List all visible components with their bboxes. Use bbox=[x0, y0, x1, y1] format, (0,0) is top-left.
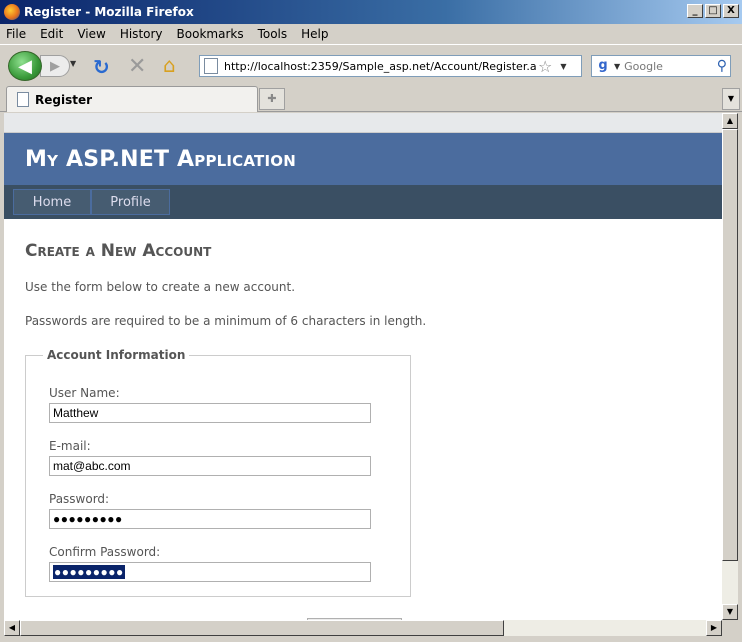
nav-home[interactable]: Home bbox=[13, 189, 91, 215]
page-title: Create a New Account bbox=[25, 241, 212, 261]
menu-help[interactable]: Help bbox=[301, 27, 328, 41]
password-label: Password: bbox=[49, 492, 110, 506]
search-icon[interactable]: ⚲ bbox=[717, 58, 727, 74]
confirm-password-value: ●●●●●●●●● bbox=[53, 565, 125, 579]
menu-view[interactable]: View bbox=[77, 27, 105, 41]
chevron-down-icon: ▼ bbox=[727, 94, 735, 103]
menu-history[interactable]: History bbox=[120, 27, 163, 41]
nav-profile[interactable]: Profile bbox=[91, 189, 170, 215]
account-info-fieldset: Account Information User Name: Matthew E… bbox=[25, 348, 411, 597]
minimize-button[interactable]: _ bbox=[687, 4, 703, 18]
main-content: Create a New Account Use the form below … bbox=[4, 219, 722, 615]
search-input[interactable]: Google bbox=[624, 60, 717, 73]
email-label: E-mail: bbox=[49, 439, 91, 453]
menu-file[interactable]: File bbox=[6, 27, 26, 41]
username-field[interactable]: Matthew bbox=[49, 403, 371, 423]
tab-list-button[interactable]: ▼ bbox=[722, 88, 740, 110]
url-bar[interactable]: http://localhost:2359/Sample_asp.net/Acc… bbox=[199, 55, 582, 77]
email-field[interactable]: mat@abc.com bbox=[49, 456, 371, 476]
tab-bar: Register ✚ ▼ bbox=[0, 84, 742, 112]
page-icon bbox=[17, 92, 29, 107]
search-engine-dropdown-icon[interactable]: ▼ bbox=[614, 62, 620, 71]
back-button[interactable]: ◀ bbox=[8, 51, 42, 81]
tab-register[interactable]: Register bbox=[6, 86, 258, 112]
navigation-toolbar: ▶ ◀ ▼ ↻ ✕ ⌂ http://localhost:2359/Sample… bbox=[0, 44, 742, 84]
search-bar[interactable]: g ▼ Google ⚲ bbox=[591, 55, 731, 77]
window-controls: _ □ X bbox=[687, 4, 739, 18]
fieldset-legend: Account Information bbox=[47, 348, 186, 362]
plus-icon: ✚ bbox=[267, 92, 277, 105]
menu-tools[interactable]: Tools bbox=[258, 27, 288, 41]
history-dropdown-icon[interactable]: ▼ bbox=[70, 59, 76, 68]
page-viewport: My ASP.NET Application Home Profile Crea… bbox=[4, 113, 722, 620]
scroll-left-icon[interactable]: ◀ bbox=[4, 620, 20, 636]
bookmark-star-icon[interactable]: ☆ bbox=[538, 57, 552, 76]
page-icon bbox=[204, 58, 218, 74]
vertical-scrollbar[interactable]: ▲ ▼ bbox=[722, 113, 738, 620]
firefox-icon bbox=[4, 4, 20, 20]
horizontal-scrollbar[interactable]: ◀ ▶ bbox=[4, 620, 722, 636]
menubar: File Edit View History Bookmarks Tools H… bbox=[0, 24, 742, 44]
window-title: Register - Mozilla Firefox bbox=[24, 5, 194, 19]
back-arrow-icon: ◀ bbox=[18, 55, 32, 77]
forward-arrow-icon: ▶ bbox=[50, 58, 60, 74]
google-icon[interactable]: g bbox=[595, 58, 611, 74]
resize-grip[interactable] bbox=[722, 620, 738, 636]
horizontal-scroll-thumb[interactable] bbox=[20, 620, 504, 636]
maximize-button[interactable]: □ bbox=[705, 4, 721, 18]
window-titlebar: Register - Mozilla Firefox _ □ X bbox=[0, 0, 742, 24]
page-top-band bbox=[4, 113, 722, 133]
scroll-up-icon[interactable]: ▲ bbox=[722, 113, 738, 129]
scroll-down-icon[interactable]: ▼ bbox=[722, 604, 738, 620]
reload-icon[interactable]: ↻ bbox=[93, 55, 110, 79]
tab-label: Register bbox=[35, 92, 93, 107]
confirm-password-label: Confirm Password: bbox=[49, 545, 161, 559]
url-input[interactable]: http://localhost:2359/Sample_asp.net/Acc… bbox=[224, 60, 536, 73]
password-requirement-text: Passwords are required to be a minimum o… bbox=[25, 314, 427, 328]
vertical-scroll-thumb[interactable] bbox=[722, 129, 738, 561]
password-field[interactable]: ●●●●●●●●● bbox=[49, 509, 371, 529]
username-label: User Name: bbox=[49, 386, 120, 400]
site-title: My ASP.NET Application bbox=[25, 146, 296, 172]
new-tab-button[interactable]: ✚ bbox=[259, 88, 285, 110]
password-value: ●●●●●●●●● bbox=[53, 512, 123, 526]
menu-bookmarks[interactable]: Bookmarks bbox=[177, 27, 244, 41]
close-button[interactable]: X bbox=[723, 4, 739, 18]
forward-button[interactable]: ▶ bbox=[40, 55, 70, 77]
menu-edit[interactable]: Edit bbox=[40, 27, 63, 41]
scroll-right-icon[interactable]: ▶ bbox=[706, 620, 722, 636]
stop-icon[interactable]: ✕ bbox=[128, 54, 146, 79]
url-dropdown-icon[interactable]: ▼ bbox=[560, 62, 566, 71]
intro-text: Use the form below to create a new accou… bbox=[25, 280, 296, 294]
home-icon[interactable]: ⌂ bbox=[163, 53, 176, 77]
site-header: My ASP.NET Application bbox=[4, 133, 722, 185]
site-nav: Home Profile bbox=[4, 185, 722, 219]
confirm-password-field[interactable]: ●●●●●●●●● bbox=[49, 562, 371, 582]
